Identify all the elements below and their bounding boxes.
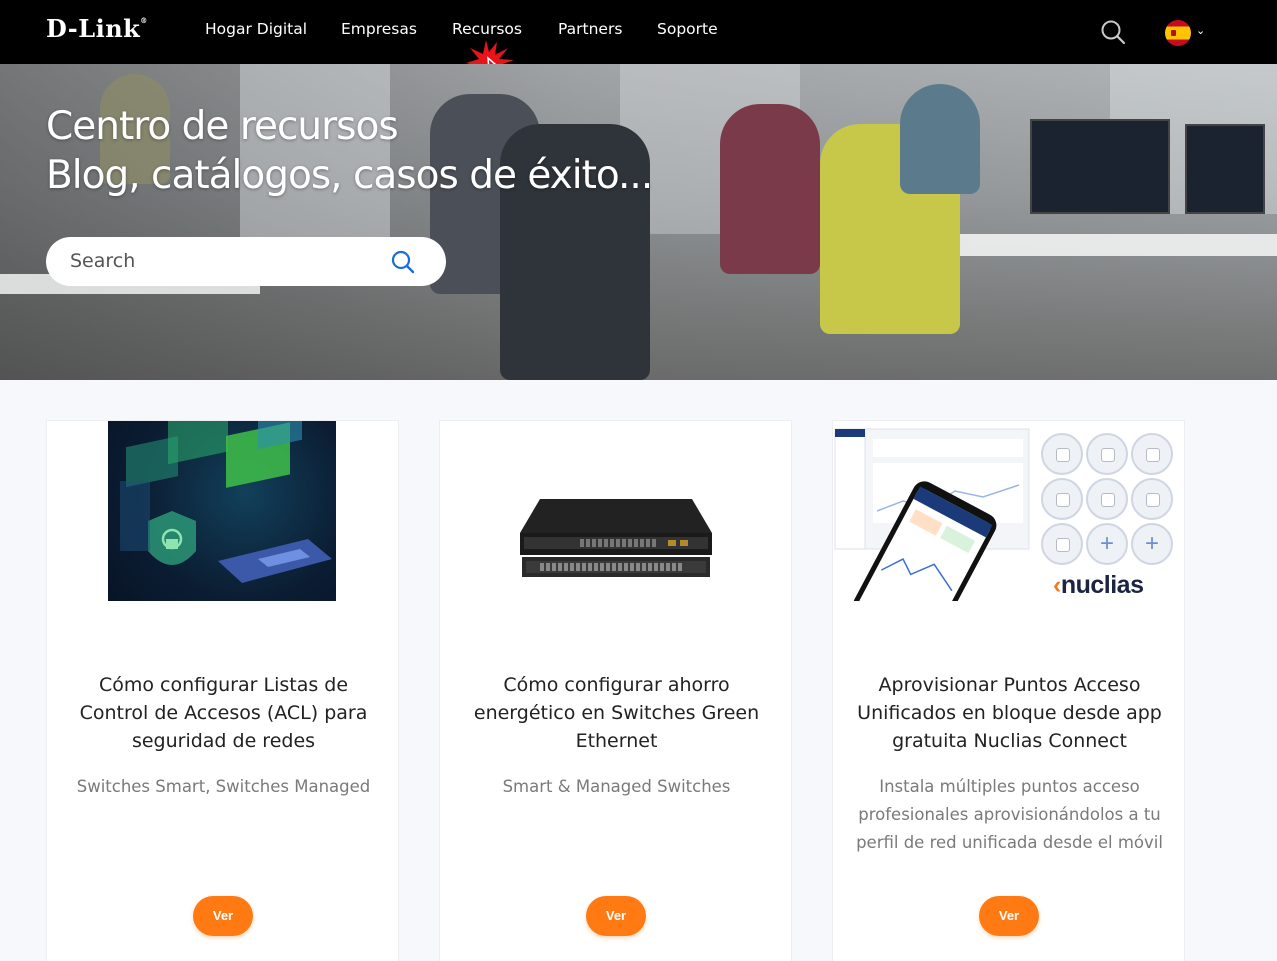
card-subtitle: Smart & Managed Switches bbox=[502, 777, 731, 796]
access-point-icon bbox=[1131, 433, 1173, 475]
ver-button[interactable]: Ver bbox=[586, 896, 646, 936]
add-access-point-icon: + bbox=[1131, 523, 1173, 565]
access-point-icon bbox=[1086, 478, 1128, 520]
logo-text: D-Link bbox=[46, 14, 141, 43]
hero-monitor bbox=[1030, 119, 1170, 214]
dlink-logo[interactable]: D-Link® bbox=[46, 14, 148, 43]
add-access-point-icon: + bbox=[1086, 523, 1128, 565]
hero-title: Centro de recursos Blog, catálogos, caso… bbox=[46, 102, 653, 200]
logo-registered-mark: ® bbox=[140, 16, 148, 25]
nav-item-hogar-digital[interactable]: Hogar Digital bbox=[205, 20, 307, 38]
search-input[interactable] bbox=[70, 247, 370, 275]
card-image bbox=[440, 421, 791, 601]
access-point-icon bbox=[1086, 433, 1128, 475]
nav-item-partners[interactable]: Partners bbox=[558, 20, 622, 38]
hero-person bbox=[900, 84, 980, 194]
hero-monitor bbox=[1185, 124, 1265, 214]
network-security-illustration-icon bbox=[120, 421, 332, 583]
card-title[interactable]: Aprovisionar Puntos Acceso Unificados en… bbox=[853, 671, 1166, 755]
card-image bbox=[108, 421, 336, 601]
ver-button[interactable]: Ver bbox=[979, 896, 1039, 936]
top-navigation-bar: D-Link® Hogar Digital Empresas Recursos … bbox=[0, 0, 1277, 64]
nuclias-logo: ‹nuclias bbox=[1053, 571, 1144, 599]
nav-item-soporte[interactable]: Soporte bbox=[657, 20, 718, 38]
card-image: + + ‹nuclias bbox=[833, 421, 1184, 601]
search-icon[interactable] bbox=[1100, 19, 1126, 45]
resource-card: Cómo configurar Listas de Control de Acc… bbox=[46, 420, 399, 961]
search-icon[interactable] bbox=[390, 249, 416, 275]
spain-flag-icon bbox=[1165, 20, 1191, 46]
hero-title-line-1: Centro de recursos bbox=[46, 104, 399, 149]
access-point-icon bbox=[1041, 523, 1083, 565]
card-title[interactable]: Cómo configurar ahorro energético en Swi… bbox=[460, 671, 773, 755]
network-switches-photo-icon bbox=[520, 499, 712, 577]
card-title[interactable]: Cómo configurar Listas de Control de Acc… bbox=[67, 671, 380, 755]
nav-item-recursos[interactable]: Recursos bbox=[452, 20, 522, 38]
card-subtitle: Switches Smart, Switches Managed bbox=[76, 777, 371, 796]
nuclias-dashboard-screenshot-icon bbox=[834, 428, 1030, 601]
card-subtitle: Instala múltiples puntos acceso profesio… bbox=[856, 777, 1163, 852]
access-point-icon bbox=[1131, 478, 1173, 520]
resource-card: + + ‹nuclias Aprovisionar Puntos Acceso … bbox=[832, 420, 1185, 961]
hero-title-line-2: Blog, catálogos, casos de éxito... bbox=[46, 153, 653, 198]
language-selector[interactable]: ⌄ bbox=[1165, 18, 1209, 46]
resource-search-box bbox=[46, 237, 446, 286]
hero-person bbox=[720, 104, 820, 274]
access-point-icon bbox=[1041, 433, 1083, 475]
ver-button[interactable]: Ver bbox=[193, 896, 253, 936]
hero-banner: Centro de recursos Blog, catálogos, caso… bbox=[0, 64, 1277, 380]
access-point-icon bbox=[1041, 478, 1083, 520]
nuclias-logo-text: nuclias bbox=[1060, 571, 1144, 599]
resource-card: Cómo configurar ahorro energético en Swi… bbox=[439, 420, 792, 961]
chevron-down-icon: ⌄ bbox=[1196, 25, 1206, 37]
nav-item-empresas[interactable]: Empresas bbox=[341, 20, 417, 38]
